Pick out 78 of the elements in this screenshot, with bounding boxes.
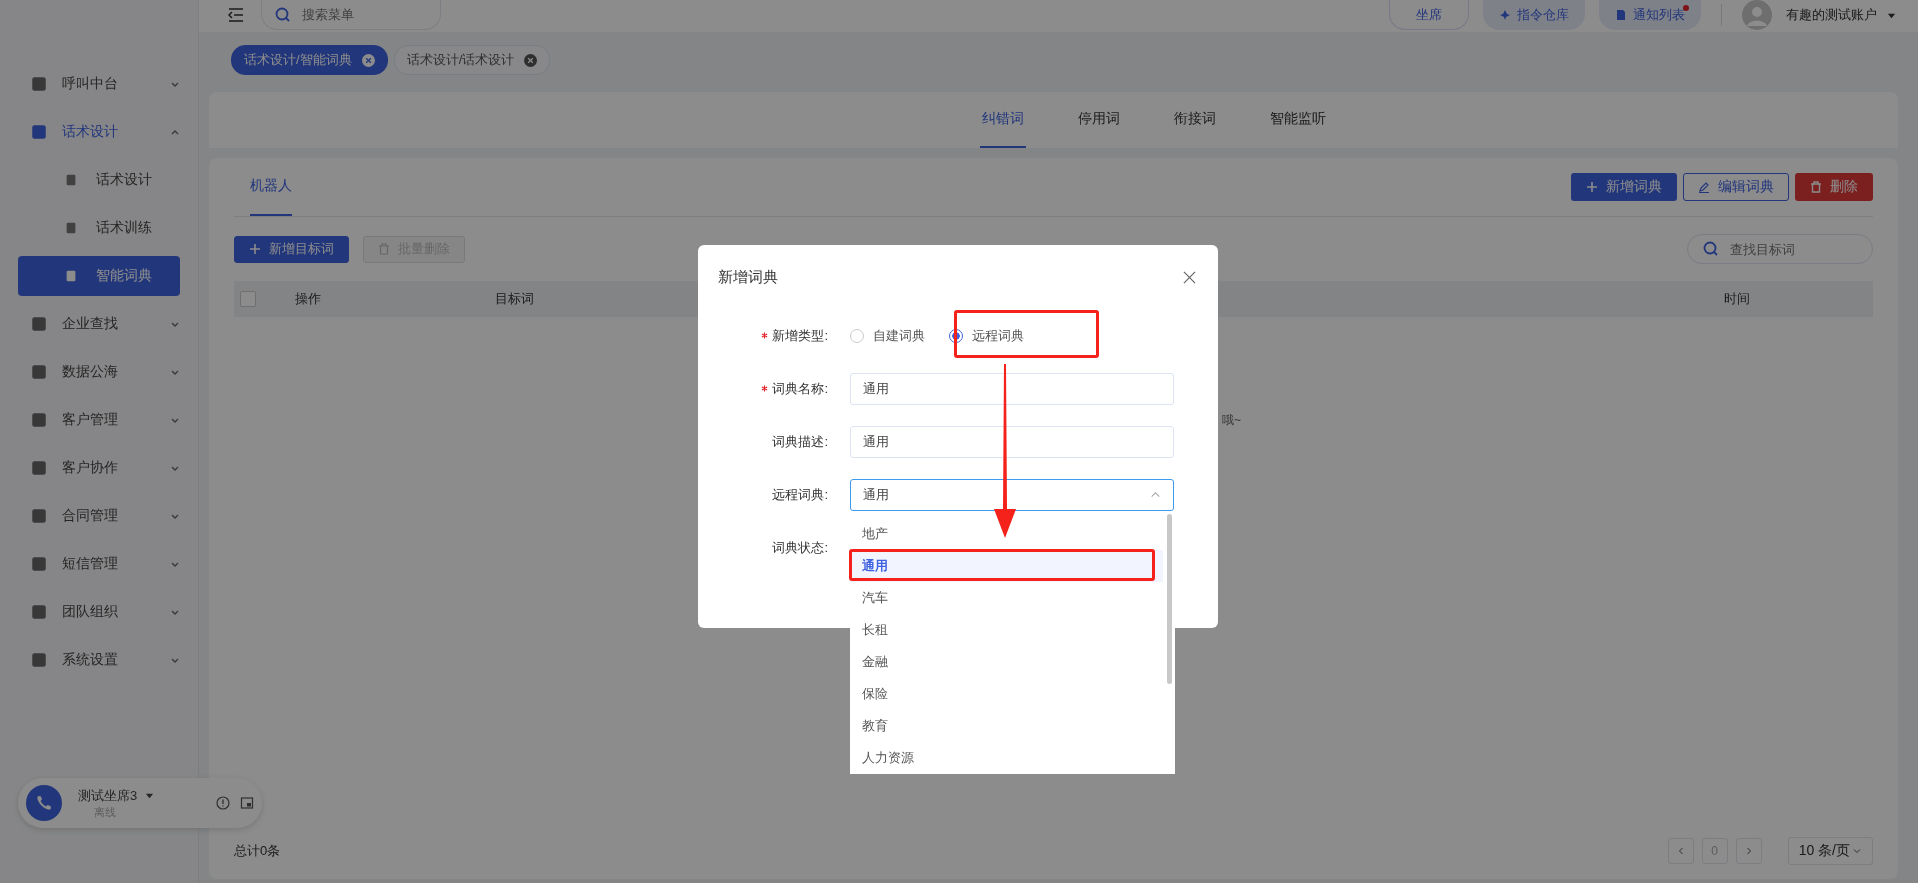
sidebar-item[interactable]: 客户协作 (30, 444, 180, 492)
sidebar-item[interactable]: 短信管理 (30, 540, 180, 588)
select-field[interactable]: 通用 (850, 478, 1174, 511)
text-field[interactable]: 通用 (850, 425, 1174, 458)
required-icon (761, 332, 769, 339)
sidebar-item[interactable]: 客户管理 (30, 396, 180, 444)
chevron-down-icon (1852, 846, 1862, 856)
radio-option[interactable]: 自建词典 (850, 326, 925, 345)
close-icon[interactable] (524, 53, 538, 67)
sidebar-item[interactable]: 团队组织 (30, 588, 180, 636)
tab[interactable]: 停用词 (1075, 92, 1122, 148)
field-label: 词典名称: (772, 379, 828, 398)
page-size-select[interactable]: 10 条/页 (1787, 837, 1873, 865)
header-button[interactable]: 通知列表 (1599, 0, 1701, 30)
required-icon (761, 385, 769, 392)
dropdown-option[interactable]: 长租 (850, 614, 1163, 646)
column-header: 目标词 (495, 290, 534, 308)
tab[interactable]: 衔接词 (1171, 92, 1218, 148)
trash-icon (1810, 181, 1822, 193)
sidebar-subitem[interactable]: 智能词典 (18, 256, 180, 296)
column-header: 时间 (1724, 290, 1750, 308)
dropdown-option[interactable]: 地产 (850, 518, 1163, 550)
sidebar-item[interactable]: 合同管理 (30, 492, 180, 540)
radio-option[interactable]: 远程词典 (949, 326, 1024, 345)
caret-icon[interactable] (145, 791, 155, 800)
close-icon[interactable] (361, 53, 375, 67)
action-button[interactable]: 新增词典 (1571, 173, 1677, 201)
text-field[interactable]: 通用 (850, 372, 1174, 405)
sidebar-item[interactable]: 话术设计 (30, 108, 180, 156)
close-icon[interactable] (1183, 270, 1196, 284)
column-header: 操作 (295, 290, 321, 308)
search-field[interactable]: 查找目标词 (1687, 234, 1873, 264)
add-button[interactable]: 新增目标词 (234, 235, 349, 263)
search-icon (275, 7, 291, 23)
phone-icon[interactable] (26, 785, 62, 821)
info-icon[interactable] (216, 796, 230, 810)
sidebar-item[interactable]: 数据公海 (30, 348, 180, 396)
user-name[interactable]: 有趣的测试账户 (1786, 0, 1877, 30)
tab[interactable]: 纠错词 (979, 92, 1026, 148)
tab[interactable]: 机器人 (250, 158, 292, 216)
field-label: 词典状态: (772, 538, 828, 557)
caret-icon[interactable] (1887, 11, 1896, 20)
page-tab[interactable]: 话术设计/话术设计 (393, 45, 551, 75)
document-icon (1615, 9, 1627, 21)
sidebar-item[interactable]: 系统设置 (30, 636, 180, 684)
search-icon (1703, 241, 1719, 257)
scrollbar[interactable] (1167, 514, 1172, 684)
plus-icon (1586, 181, 1598, 193)
sidebar-subitem[interactable]: 话术训练 (18, 208, 180, 248)
window-icon[interactable] (240, 796, 254, 810)
search-field[interactable]: 搜索菜单 (261, 0, 441, 30)
pin-icon (1499, 9, 1511, 21)
dialog-title: 新增词典 (718, 267, 779, 287)
checkbox[interactable] (240, 291, 256, 307)
field-label: 远程词典: (772, 485, 828, 504)
dropdown-option[interactable]: 汽车 (850, 582, 1163, 614)
page-tab[interactable]: 话术设计/智能词典 (231, 45, 388, 75)
action-button[interactable]: 编辑词典 (1683, 173, 1789, 201)
header-button[interactable]: 坐席 (1389, 0, 1469, 30)
dropdown-option[interactable]: 人力资源 (850, 742, 1163, 774)
dropdown-option[interactable]: 保险 (850, 678, 1163, 710)
chevron-up-icon (1150, 489, 1161, 500)
sidebar-item[interactable]: 呼叫中台 (30, 60, 180, 108)
dropdown-option[interactable]: 金融 (850, 646, 1163, 678)
header-button[interactable]: 指令仓库 (1483, 0, 1585, 30)
total-count: 总计0条 (234, 842, 281, 860)
action-button[interactable]: 删除 (1795, 173, 1873, 201)
field-label: 新增类型: (772, 326, 828, 345)
tab[interactable]: 智能监听 (1267, 92, 1328, 148)
sidebar-item[interactable]: 企业查找 (30, 300, 180, 348)
sidebar-subitem[interactable]: 话术设计 (18, 160, 180, 200)
empty-message: 哦~ (1222, 412, 1241, 429)
pencil-icon (1698, 181, 1710, 193)
trash-icon (378, 243, 390, 255)
field-label: 词典描述: (772, 432, 828, 451)
plus-icon (249, 243, 261, 255)
agent-name[interactable]: 测试坐席3 (78, 786, 138, 805)
dropdown-option[interactable]: 教育 (850, 710, 1163, 742)
